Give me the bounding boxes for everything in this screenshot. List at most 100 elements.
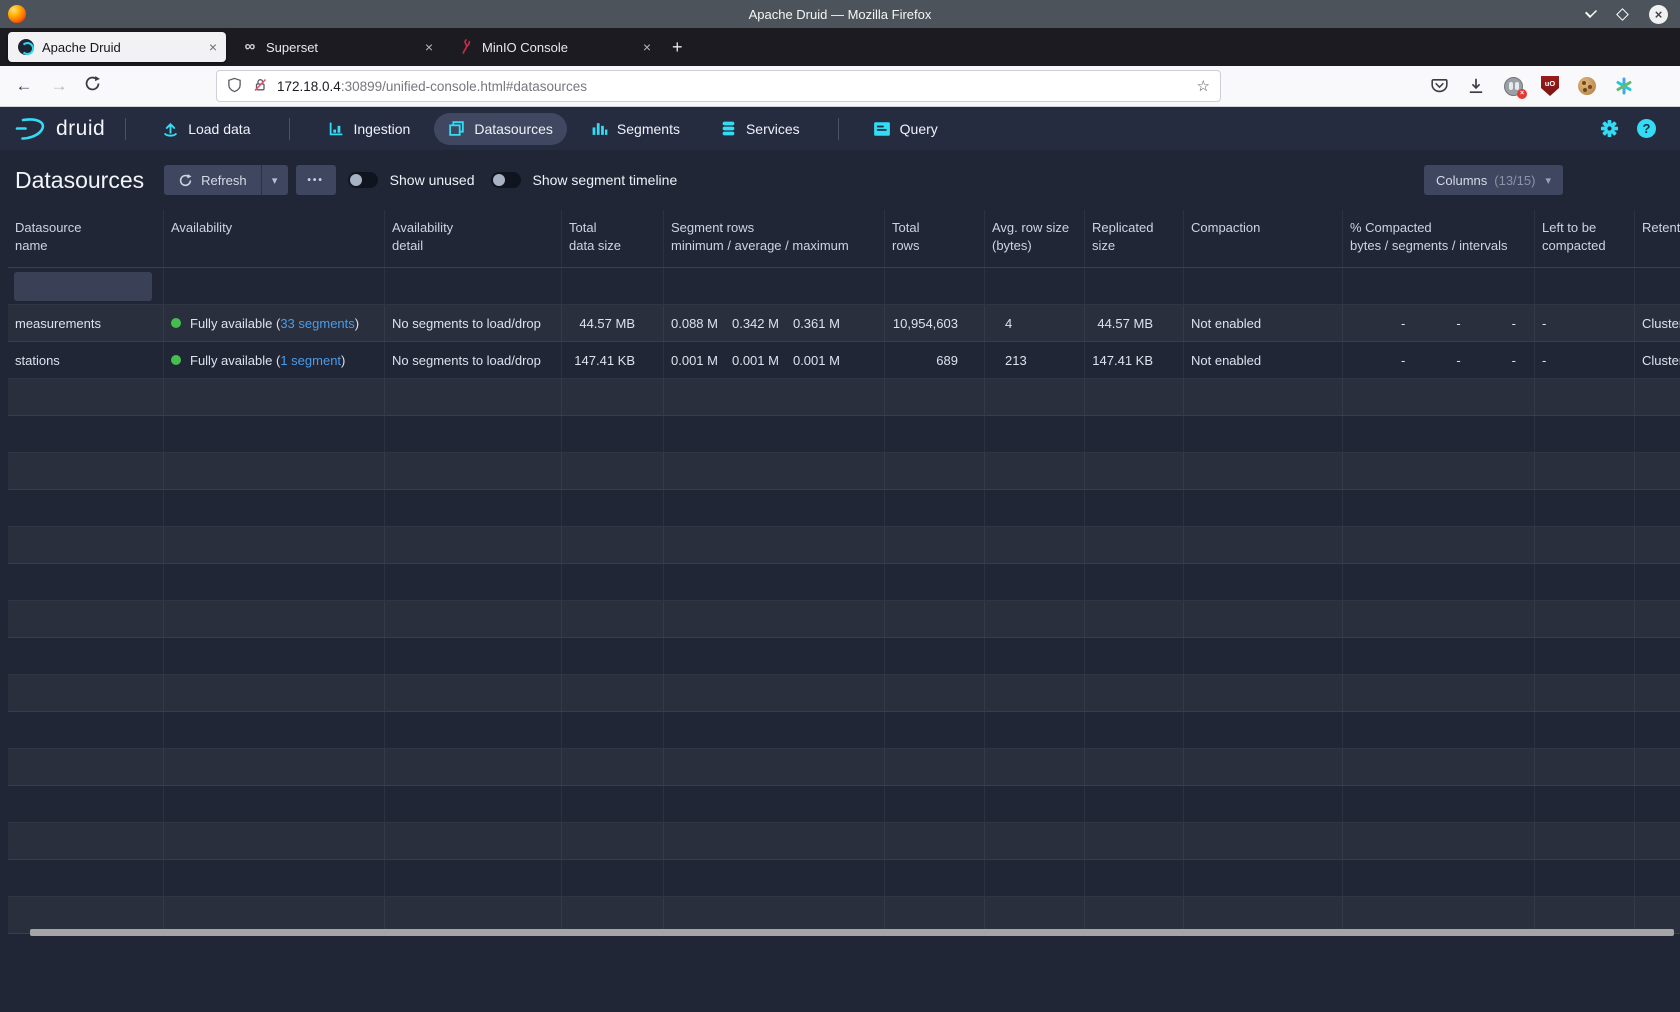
druid-logo[interactable]: druid [14,115,105,143]
table-row-empty [8,786,1680,823]
nav-item-services[interactable]: Services [706,113,814,145]
table-row-empty [8,638,1680,675]
nav-item-ingestion[interactable]: Ingestion [314,113,425,145]
columns-button[interactable]: Columns (13/15) ▾ [1424,165,1563,195]
refresh-dropdown-caret[interactable]: ▾ [261,165,288,195]
segments-link[interactable]: 33 segments [280,316,354,331]
ublock-origin-icon[interactable]: uO [1539,75,1561,97]
menu-hamburger-icon[interactable] [1650,80,1666,92]
table-body: measurementsFully available (33 segments… [8,268,1680,934]
cell-retention [1635,638,1680,674]
cookie-icon[interactable] [1576,75,1598,97]
show-unused-toggle[interactable] [348,172,378,188]
ingestion-icon [328,120,345,137]
nav-item-query[interactable]: Query [859,113,952,145]
column-header-text: size [1092,237,1176,255]
asterisk-extension-icon[interactable] [1613,75,1635,97]
column-header-text: Retention [1642,219,1680,237]
download-icon[interactable] [1465,75,1487,97]
column-header-availability[interactable]: Availability [164,210,385,267]
show-segment-timeline-toggle[interactable] [491,172,521,188]
cell-replicated_size [1085,490,1184,526]
datasource-filter-input[interactable] [14,272,152,301]
horizontal-scrollbar[interactable] [30,929,1674,936]
availability-status-text: ) [341,353,345,368]
column-header-avg_row_size[interactable]: Avg. row size(bytes) [985,210,1085,267]
tab-close-icon[interactable]: × [209,39,217,55]
column-header-text: (bytes) [992,237,1077,255]
cell-replicated_size [1085,712,1184,748]
cell-availability [164,453,385,489]
tab-apache-druid[interactable]: Apache Druid × [8,32,226,62]
column-header-left_to_be_compacted[interactable]: Left to becompacted [1535,210,1635,267]
tab-superset[interactable]: ∞ Superset × [232,32,442,62]
window-minimize-icon[interactable] [1585,6,1597,18]
insecure-lock-icon[interactable] [252,77,268,96]
cell-segment_rows [664,268,885,304]
nav-item-segments[interactable]: Segments [577,113,694,145]
pocket-icon[interactable] [1428,75,1450,97]
cell-avg_row_size [985,601,1085,637]
cell-availability_detail [385,601,562,637]
tab-minio-console[interactable]: MinIO Console × [448,32,660,62]
settings-gear-icon[interactable] [1600,119,1619,138]
cell-compaction [1184,823,1343,859]
table-row-empty [8,860,1680,897]
more-actions-button[interactable]: ••• [296,165,336,195]
column-header-pct_compacted[interactable]: % Compactedbytes / segments / intervals [1343,210,1535,267]
new-tab-button[interactable]: + [672,37,683,58]
reload-icon[interactable] [80,75,104,97]
column-header-name[interactable]: Datasourcename [8,210,164,267]
cell-avg_row_size [985,823,1085,859]
cell-total_rows [885,860,985,896]
cell-avg_row_size [985,860,1085,896]
column-header-replicated_size[interactable]: Replicatedsize [1085,210,1184,267]
cell-retention [1635,564,1680,600]
column-header-compaction[interactable]: Compaction [1184,210,1343,267]
column-header-text: Datasource [15,219,156,237]
bookmark-star-icon[interactable]: ☆ [1197,77,1210,95]
column-header-text: detail [392,237,554,255]
extension-icon[interactable]: × [1502,75,1524,97]
cell-compaction [1184,490,1343,526]
availability-status-icon [171,318,181,328]
tracking-shield-icon[interactable] [227,77,242,96]
tab-close-icon[interactable]: × [643,39,651,55]
refresh-button[interactable]: Refresh ▾ [164,165,288,195]
cell-replicated_size [1085,897,1184,933]
table-row-empty [8,416,1680,453]
cell-replicated_size [1085,268,1184,304]
cell-compaction [1184,379,1343,415]
nav-item-datasources[interactable]: Datasources [434,113,567,145]
help-icon[interactable]: ? [1637,119,1656,138]
tab-close-icon[interactable]: × [425,39,433,55]
cell-availability [164,416,385,452]
nav-item-load-data[interactable]: Load data [148,113,264,145]
column-header-total_rows[interactable]: Totalrows [885,210,985,267]
cell-availability [164,638,385,674]
cell-availability [164,527,385,563]
cell-avg_row_size [985,527,1085,563]
cell-replicated_size [1085,416,1184,452]
table-row-empty [8,490,1680,527]
cell-avg_row_size [985,749,1085,785]
segments-link[interactable]: 1 segment [280,353,341,368]
cell-name [8,823,164,859]
column-header-availability_detail[interactable]: Availabilitydetail [385,210,562,267]
url-text[interactable]: 172.18.0.4:30899/unified-console.html#da… [277,79,1197,94]
column-header-segment_rows[interactable]: Segment rowsminimum / average / maximum [664,210,885,267]
table-row-empty [8,712,1680,749]
tab-label: Apache Druid [42,40,201,55]
column-header-retention[interactable]: Retention [1635,210,1680,267]
back-icon[interactable]: ← [12,76,36,96]
forward-icon[interactable]: → [47,76,71,96]
window-close-icon[interactable]: × [1649,5,1668,24]
cell-value: 0.001 M [671,353,718,368]
cell-pct_compacted [1343,712,1535,748]
url-bar[interactable]: 172.18.0.4:30899/unified-console.html#da… [216,70,1221,102]
cell-availability_detail [385,638,562,674]
column-header-text: name [15,237,156,255]
column-header-total_data_size[interactable]: Totaldata size [562,210,664,267]
column-header-text: compacted [1542,237,1627,255]
window-restore-icon[interactable] [1616,8,1629,21]
